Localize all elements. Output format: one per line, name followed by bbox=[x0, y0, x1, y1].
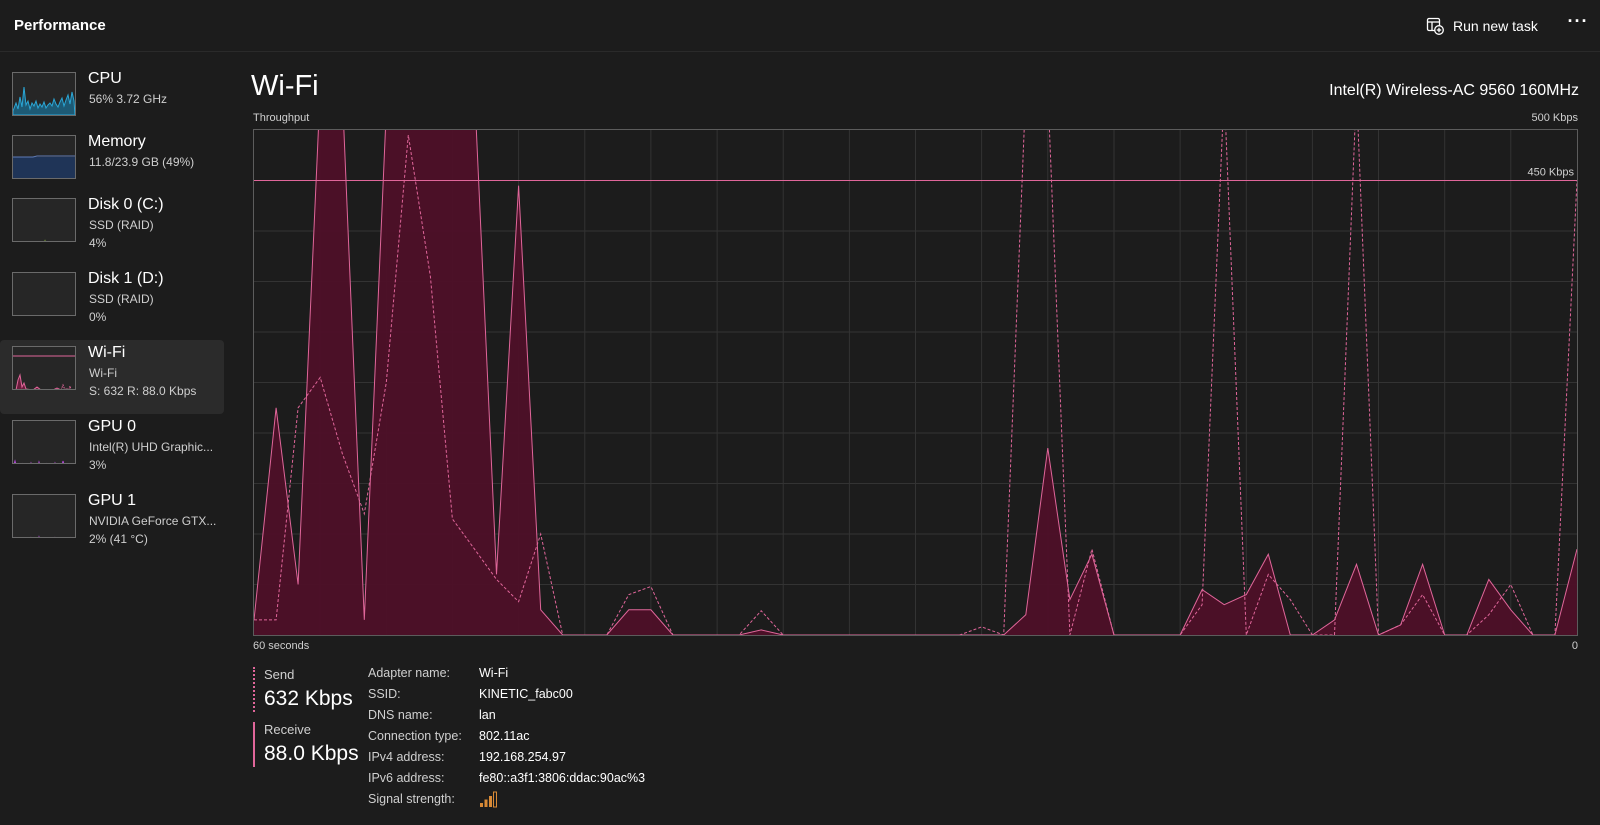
sidebar-item-subtitle: SSD (RAID) bbox=[89, 292, 154, 306]
property-row: IPv6 address: fe80::a3f1:3806:ddac:90ac%… bbox=[368, 771, 768, 791]
reference-line-label: 450 Kbps bbox=[1528, 167, 1575, 179]
sidebar-item-title: CPU bbox=[88, 70, 122, 87]
sidebar-item-wifi[interactable]: Wi-Fi Wi-Fi S: 632 R: 88.0 Kbps bbox=[0, 340, 224, 414]
send-value: 632 Kbps bbox=[264, 687, 353, 710]
run-new-task-button[interactable]: Run new task bbox=[1426, 15, 1538, 37]
signal-strength-icon bbox=[479, 790, 497, 811]
wifi-thumbnail bbox=[12, 346, 76, 390]
property-row: Signal strength: bbox=[368, 790, 768, 812]
more-options-icon[interactable]: ··· bbox=[1565, 12, 1591, 38]
page-heading: Wi-Fi bbox=[251, 70, 319, 102]
sidebar-item-gpu-1[interactable]: GPU 1 NVIDIA GeForce GTX... 2% (41 °C) bbox=[0, 488, 224, 562]
sidebar-item-disk-1[interactable]: Disk 1 (D:) SSD (RAID) 0% bbox=[0, 266, 224, 340]
send-label: Send bbox=[264, 667, 295, 682]
property-label: IPv4 address: bbox=[368, 750, 445, 764]
sidebar-item-gpu-0[interactable]: GPU 0 Intel(R) UHD Graphic... 3% bbox=[0, 414, 224, 488]
property-label: Adapter name: bbox=[368, 666, 450, 680]
run-task-label: Run new task bbox=[1453, 18, 1538, 34]
property-label: SSID: bbox=[368, 687, 401, 701]
gpu-1-thumbnail bbox=[12, 494, 76, 538]
property-value: KINETIC_fabc00 bbox=[479, 687, 573, 701]
property-value: lan bbox=[479, 708, 496, 722]
property-value: Wi-Fi bbox=[479, 666, 509, 680]
receive-value: 88.0 Kbps bbox=[264, 742, 359, 765]
gpu-0-thumbnail bbox=[12, 420, 76, 464]
sidebar-item-value: 3% bbox=[89, 458, 107, 472]
property-row: DNS name: lan bbox=[368, 708, 768, 728]
sidebar-item-title: Disk 0 (C:) bbox=[88, 196, 164, 213]
receive-stat: Receive 88.0 Kbps bbox=[253, 722, 359, 767]
sidebar-item-subtitle: SSD (RAID) bbox=[89, 218, 154, 232]
property-label: Connection type: bbox=[368, 729, 462, 743]
receive-label: Receive bbox=[264, 722, 311, 737]
disk-0-thumbnail bbox=[12, 198, 76, 242]
page-title: Performance bbox=[14, 17, 106, 34]
sidebar-item-title: Wi-Fi bbox=[88, 344, 126, 361]
sidebar-item-title: GPU 0 bbox=[88, 418, 137, 435]
disk-1-thumbnail bbox=[12, 272, 76, 316]
property-label: DNS name: bbox=[368, 708, 433, 722]
adapter-model: Intel(R) Wireless-AC 9560 160MHz bbox=[1329, 82, 1579, 99]
sidebar-item-value: S: 632 R: 88.0 Kbps bbox=[89, 384, 197, 398]
property-row: SSID: KINETIC_fabc00 bbox=[368, 687, 768, 707]
sidebar-item-subtitle: Wi-Fi bbox=[89, 366, 117, 380]
property-value: 802.11ac bbox=[479, 729, 530, 743]
run-task-icon bbox=[1426, 17, 1444, 35]
throughput-graph: 450 Kbps bbox=[253, 129, 1578, 636]
graph-max-label: 500 Kbps bbox=[1531, 112, 1578, 124]
sidebar-item-value: 2% (41 °C) bbox=[89, 532, 148, 546]
graph-label: Throughput bbox=[253, 112, 310, 124]
property-row: IPv4 address: 192.168.254.97 bbox=[368, 750, 768, 770]
title-bar: Performance Run new task ··· bbox=[0, 0, 1600, 52]
property-row: Adapter name: Wi-Fi bbox=[368, 666, 768, 686]
sidebar-item-value: 0% bbox=[89, 310, 107, 324]
sidebar-item-title: Disk 1 (D:) bbox=[88, 270, 164, 287]
sidebar-item-value: 4% bbox=[89, 236, 107, 250]
sidebar-item-title: Memory bbox=[88, 133, 146, 150]
property-row: Connection type: 802.11ac bbox=[368, 729, 768, 749]
graph-time-label: 60 seconds bbox=[253, 640, 310, 652]
send-stat: Send 632 Kbps bbox=[253, 667, 353, 712]
memory-thumbnail bbox=[12, 135, 76, 179]
property-value: fe80::a3f1:3806:ddac:90ac%3 bbox=[479, 771, 646, 785]
graph-zero-label: 0 bbox=[1571, 640, 1578, 652]
throughput-chart: 450 Kbps bbox=[254, 130, 1577, 635]
sidebar-item-disk-0[interactable]: Disk 0 (C:) SSD (RAID) 4% bbox=[0, 192, 224, 266]
sidebar-item-subtitle: 11.8/23.9 GB (49%) bbox=[89, 155, 195, 169]
sidebar-item-subtitle: 56% 3.72 GHz bbox=[89, 92, 168, 106]
property-label: Signal strength: bbox=[368, 792, 455, 806]
sidebar-item-subtitle: NVIDIA GeForce GTX... bbox=[89, 514, 217, 528]
property-value: 192.168.254.97 bbox=[479, 750, 566, 764]
sidebar-item-title: GPU 1 bbox=[88, 492, 137, 509]
cpu-thumbnail bbox=[12, 72, 76, 116]
sidebar-item-subtitle: Intel(R) UHD Graphic... bbox=[89, 440, 214, 454]
property-label: IPv6 address: bbox=[368, 771, 445, 785]
